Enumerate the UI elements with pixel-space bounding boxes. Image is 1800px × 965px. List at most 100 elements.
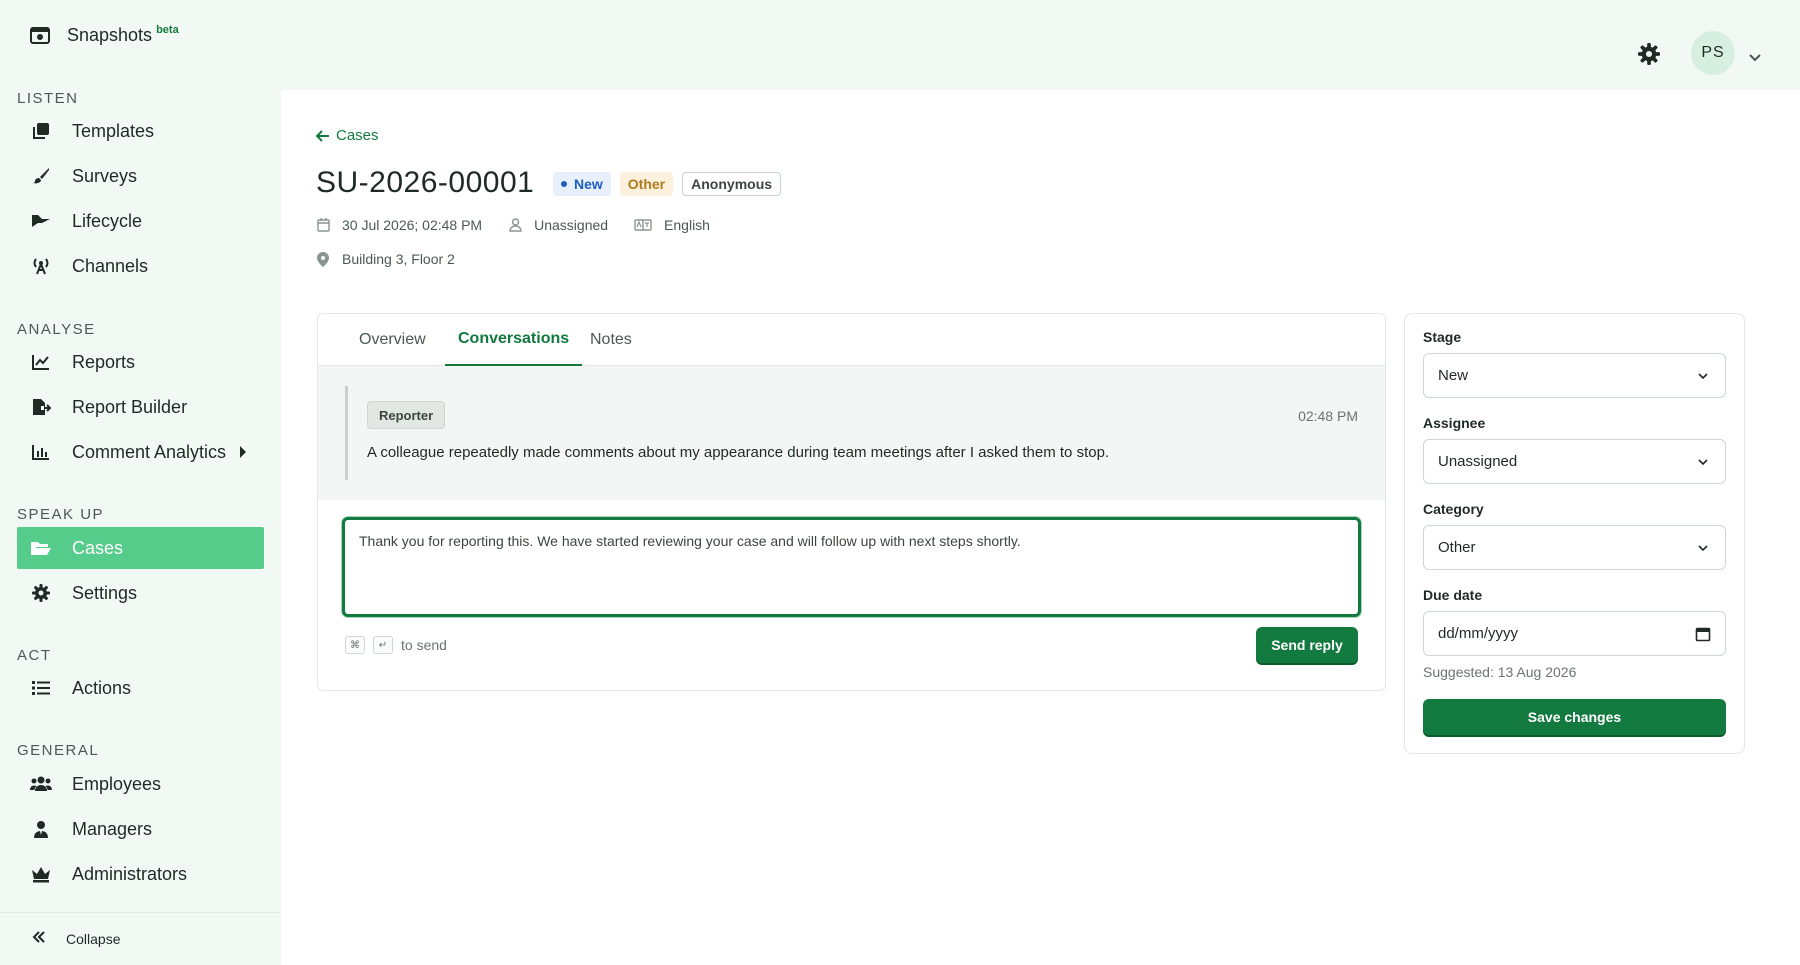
message-quote-bar xyxy=(345,386,348,480)
camera-icon xyxy=(29,24,51,46)
section-speak-up: SPEAK UP xyxy=(17,506,105,523)
templates-icon xyxy=(30,120,52,142)
stage-label: Stage xyxy=(1423,329,1462,345)
sidebar-item-label: Employees xyxy=(72,773,162,794)
stage-select[interactable]: New xyxy=(1423,353,1726,398)
settings-gear-button[interactable] xyxy=(1636,41,1662,67)
due-date-label: Due date xyxy=(1423,587,1483,603)
suggested-due-date: Suggested: 13 Aug 2026 xyxy=(1423,664,1577,680)
sidebar-item-report-builder[interactable]: Report Builder xyxy=(17,386,264,428)
kbd-enter: ↵ xyxy=(373,636,393,654)
lifecycle-icon xyxy=(30,210,52,232)
assignee-select[interactable]: Unassigned xyxy=(1423,439,1726,484)
sidebar-item-templates[interactable]: Templates xyxy=(17,110,264,152)
meta-datetime-text: 30 Jul 2026; 02:48 PM xyxy=(342,217,483,233)
meta-datetime: 30 Jul 2026; 02:48 PM xyxy=(316,217,482,233)
category-value: Other xyxy=(1438,539,1476,556)
calendar-icon xyxy=(316,218,330,232)
save-changes-button[interactable]: Save changes xyxy=(1423,699,1726,735)
case-badges: New Other Anonymous xyxy=(553,172,782,196)
double-chevron-left-icon xyxy=(32,930,46,948)
brand-label: Snapshots xyxy=(67,24,153,45)
sidebar-item-label: Cases xyxy=(72,537,124,558)
case-location-row: Building 3, Floor 2 xyxy=(316,251,481,267)
meta-language: English xyxy=(634,217,710,233)
chevron-down-icon[interactable] xyxy=(1748,50,1762,64)
sidebar-item-label: Reports xyxy=(72,351,136,372)
status-badge: New xyxy=(553,172,611,196)
calendar-icon[interactable] xyxy=(1695,626,1711,642)
brush-icon xyxy=(30,165,52,187)
assignee-label: Assignee xyxy=(1423,415,1486,431)
arrow-left-icon xyxy=(316,129,329,142)
user-tie-icon xyxy=(30,818,52,840)
status-badge-label: New xyxy=(574,176,603,192)
crown-icon xyxy=(30,863,52,885)
sidebar-item-label: Administrators xyxy=(72,863,188,884)
meta-location: Building 3, Floor 2 xyxy=(316,251,455,267)
sidebar-item-label: Managers xyxy=(72,818,153,839)
language-icon xyxy=(634,218,652,232)
sidebar: Snapshots beta LISTEN Templates Surveys … xyxy=(0,0,280,965)
sidebar-item-employees[interactable]: Employees xyxy=(17,763,264,805)
sidebar-item-cases[interactable]: Cases xyxy=(17,527,264,569)
category-select[interactable]: Other xyxy=(1423,525,1726,570)
bar-chart-icon xyxy=(30,441,52,463)
avatar[interactable]: PS xyxy=(1691,31,1735,75)
chevron-down-icon xyxy=(1698,373,1708,380)
meta-assignee: Unassigned xyxy=(508,217,608,233)
tab-conversations[interactable]: Conversations xyxy=(445,314,583,366)
section-act: ACT xyxy=(17,647,52,664)
message-thread: Reporter 02:48 PM A colleague repeatedly… xyxy=(318,366,1385,500)
due-date-placeholder: dd/mm/yyyy xyxy=(1438,625,1519,642)
send-shortcut-hint: ⌘ ↵ to send xyxy=(345,636,447,654)
category-badge: Other xyxy=(619,172,674,196)
users-icon xyxy=(30,773,52,795)
list-icon xyxy=(30,677,52,699)
gear-icon xyxy=(30,582,52,604)
section-analyse: ANALYSE xyxy=(17,321,96,338)
message-time: 02:48 PM xyxy=(1298,408,1358,424)
sidebar-item-label: Comment Analytics xyxy=(72,441,227,462)
collapse-label: Collapse xyxy=(66,931,121,947)
sidebar-item-label: Actions xyxy=(72,677,132,698)
map-pin-icon xyxy=(316,251,330,267)
reply-textarea[interactable]: Thank you for reporting this. We have st… xyxy=(342,517,1361,617)
gear-icon xyxy=(1638,43,1660,65)
user-icon xyxy=(508,218,522,232)
sidebar-item-reports[interactable]: Reports xyxy=(17,341,264,383)
sidebar-item-comment-analytics[interactable]: Comment Analytics xyxy=(17,431,264,473)
sidebar-item-actions[interactable]: Actions xyxy=(17,667,264,709)
sidebar-item-label: Channels xyxy=(72,255,149,276)
message-text: A colleague repeatedly made comments abo… xyxy=(367,444,1110,461)
beta-badge: beta xyxy=(156,24,179,36)
section-general: GENERAL xyxy=(17,742,100,759)
collapse-button[interactable]: Collapse xyxy=(0,912,280,965)
brand-snapshots[interactable]: Snapshots beta xyxy=(29,24,179,46)
due-date-input[interactable]: dd/mm/yyyy xyxy=(1423,611,1726,656)
sidebar-item-label: Report Builder xyxy=(72,396,188,417)
broadcast-tower-icon xyxy=(30,255,52,277)
section-listen: LISTEN xyxy=(17,90,79,107)
tab-notes[interactable]: Notes xyxy=(577,314,645,366)
sidebar-item-channels[interactable]: Channels xyxy=(17,245,264,287)
back-to-cases-link[interactable]: Cases xyxy=(316,127,379,144)
sidebar-item-administrators[interactable]: Administrators xyxy=(17,853,264,895)
line-chart-icon xyxy=(30,351,52,373)
meta-language-text: English xyxy=(664,217,710,233)
sidebar-item-surveys[interactable]: Surveys xyxy=(17,155,264,197)
meta-location-text: Building 3, Floor 2 xyxy=(342,251,455,267)
file-export-icon xyxy=(30,396,52,418)
send-reply-button[interactable]: Send reply xyxy=(1256,627,1358,663)
tab-overview[interactable]: Overview xyxy=(346,314,439,366)
page-title: SU-2026-00001 xyxy=(316,166,535,199)
sidebar-item-lifecycle[interactable]: Lifecycle xyxy=(17,200,264,242)
caret-right-icon xyxy=(240,446,246,458)
sender-tag: Reporter xyxy=(367,401,446,429)
sidebar-item-settings[interactable]: Settings xyxy=(17,572,264,614)
sidebar-item-managers[interactable]: Managers xyxy=(17,808,264,850)
meta-assignee-text: Unassigned xyxy=(534,217,609,233)
kbd-cmd: ⌘ xyxy=(345,636,365,654)
anonymity-badge: Anonymous xyxy=(682,172,782,196)
conversation-card: Overview Conversations Notes Reporter 02… xyxy=(317,313,1386,691)
